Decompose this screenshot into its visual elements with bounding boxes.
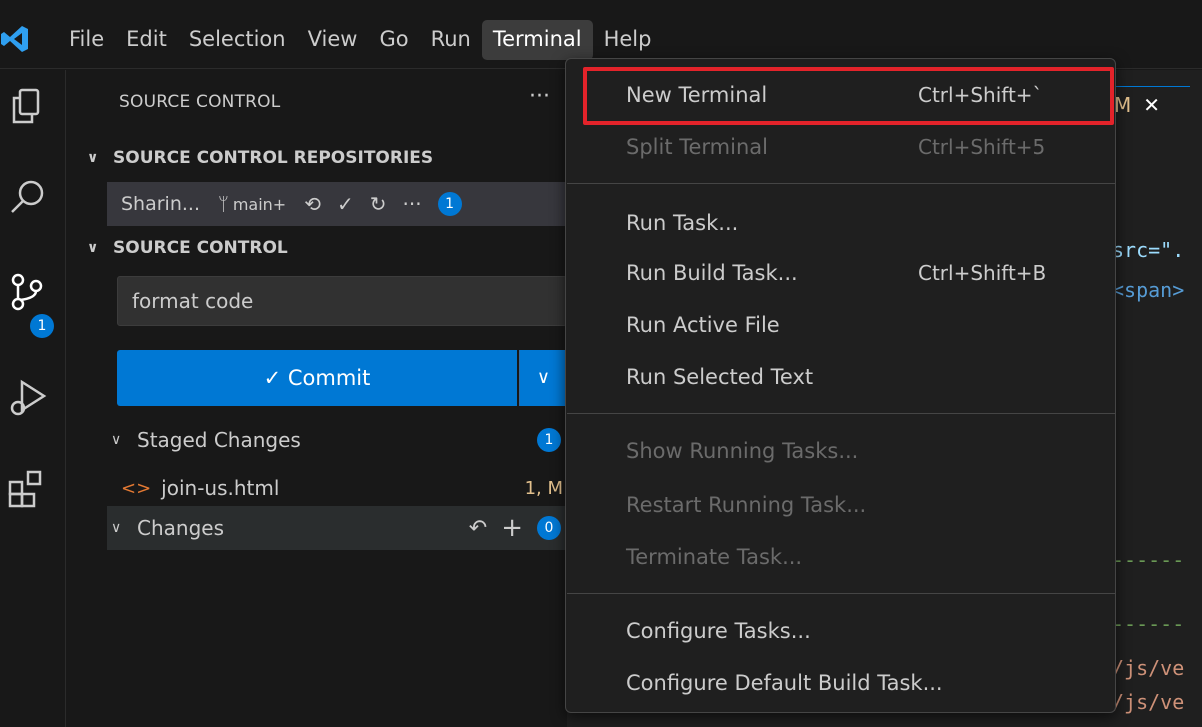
editor-tab[interactable]: M ✕ bbox=[1108, 86, 1190, 126]
menu-item-label: Split Terminal bbox=[626, 135, 768, 159]
repositories-section-header[interactable]: ∨ SOURCE CONTROL REPOSITORIES bbox=[87, 148, 433, 168]
commit-message-input[interactable]: format code bbox=[117, 276, 567, 326]
menu-separator bbox=[567, 183, 1116, 184]
branch-indicator[interactable]: ᛘ main+ bbox=[218, 194, 286, 215]
commit-check-icon[interactable]: ✓ bbox=[337, 192, 354, 216]
menu-item-restart-running-task: Restart Running Task... bbox=[626, 493, 1096, 517]
menu-go[interactable]: Go bbox=[368, 20, 419, 60]
file-name: join-us.html bbox=[161, 476, 280, 500]
sync-icon[interactable]: ⟲ bbox=[304, 192, 321, 216]
menu-item-terminate-task: Terminate Task... bbox=[626, 545, 1096, 569]
menu-item-label: Run Selected Text bbox=[626, 365, 814, 389]
code-line: src=". bbox=[1112, 238, 1185, 262]
commit-dropdown-button[interactable]: ∨ bbox=[519, 350, 567, 406]
branch-name: main+ bbox=[232, 194, 287, 214]
repo-changes-badge: 1 bbox=[437, 192, 462, 216]
menu-item-shortcut: Ctrl+Shift+5 bbox=[918, 135, 1046, 159]
menu-run[interactable]: Run bbox=[420, 20, 482, 60]
terminal-menu: New Terminal Ctrl+Shift+` Split Terminal… bbox=[565, 58, 1116, 713]
explorer-icon[interactable] bbox=[6, 84, 50, 128]
scm-badge: 1 bbox=[30, 314, 54, 338]
staged-file-row[interactable]: <> join-us.html 1, M bbox=[107, 468, 567, 508]
menu-item-label: New Terminal bbox=[626, 83, 768, 107]
menu-item-label: Run Active File bbox=[626, 313, 780, 337]
menu-item-configure-default-build-task[interactable]: Configure Default Build Task... bbox=[626, 671, 1096, 695]
code-line: /js/ve bbox=[1112, 690, 1185, 714]
discard-all-icon[interactable]: ↶ bbox=[469, 516, 487, 541]
menu-item-run-active-file[interactable]: Run Active File bbox=[626, 313, 1096, 337]
commit-button[interactable]: ✓ Commit bbox=[117, 350, 517, 406]
menu-item-shortcut: Ctrl+Shift+` bbox=[918, 83, 1043, 107]
repo-name: Sharin... bbox=[121, 193, 200, 215]
html-file-icon: <> bbox=[121, 477, 152, 499]
branch-icon: ᛘ bbox=[218, 193, 229, 215]
menu-item-label: Run Build Task... bbox=[626, 261, 798, 285]
menu-item-show-running-tasks: Show Running Tasks... bbox=[626, 439, 1096, 463]
repo-more-icon[interactable]: ··· bbox=[403, 192, 422, 216]
staged-changes-group[interactable]: ∨ Staged Changes 1 bbox=[107, 418, 567, 462]
run-debug-icon[interactable] bbox=[6, 376, 50, 420]
chevron-down-icon: ∨ bbox=[111, 520, 122, 536]
repository-row[interactable]: Sharin... ᛘ main+ ⟲ ✓ ↻ ··· 1 bbox=[107, 182, 567, 226]
menu-item-label: Configure Default Build Task... bbox=[626, 671, 943, 695]
chevron-down-icon: ∨ bbox=[87, 150, 99, 166]
refresh-icon[interactable]: ↻ bbox=[370, 192, 387, 216]
more-actions-button[interactable]: ··· bbox=[529, 84, 550, 109]
code-line: /js/ve bbox=[1112, 656, 1185, 680]
stage-all-icon[interactable]: + bbox=[501, 513, 523, 543]
activity-bar: 1 bbox=[0, 70, 66, 727]
menu-item-run-build-task[interactable]: Run Build Task... Ctrl+Shift+B bbox=[626, 261, 1096, 285]
scm-section-header[interactable]: ∨ SOURCE CONTROL bbox=[87, 238, 288, 258]
menu-item-split-terminal: Split Terminal Ctrl+Shift+5 bbox=[626, 135, 1096, 159]
menu-bar: File Edit Selection View Go Run Terminal… bbox=[58, 20, 662, 60]
extensions-icon[interactable] bbox=[6, 468, 50, 512]
menu-view[interactable]: View bbox=[297, 20, 369, 60]
menu-item-run-task[interactable]: Run Task... bbox=[626, 211, 1096, 235]
tab-modified-status: M bbox=[1114, 93, 1132, 117]
chevron-down-icon: ∨ bbox=[536, 367, 551, 388]
search-icon[interactable] bbox=[6, 176, 50, 220]
menu-help[interactable]: Help bbox=[593, 20, 663, 60]
staged-changes-label: Staged Changes bbox=[137, 428, 301, 452]
source-control-sidebar: SOURCE CONTROL ··· ∨ SOURCE CONTROL REPO… bbox=[67, 70, 567, 727]
menu-item-label: Show Running Tasks... bbox=[626, 439, 859, 463]
repositories-header-label: SOURCE CONTROL REPOSITORIES bbox=[113, 148, 434, 168]
code-line: ------ bbox=[1112, 548, 1185, 572]
menu-terminal[interactable]: Terminal bbox=[481, 20, 593, 60]
chevron-down-icon: ∨ bbox=[87, 240, 99, 256]
changes-count-badge: 0 bbox=[537, 516, 561, 540]
menu-selection[interactable]: Selection bbox=[178, 20, 297, 60]
file-status: 1, M bbox=[524, 477, 563, 499]
menu-separator bbox=[567, 593, 1116, 594]
vscode-logo-icon bbox=[1, 26, 28, 52]
menu-item-label: Restart Running Task... bbox=[626, 493, 867, 517]
staged-count-badge: 1 bbox=[537, 428, 561, 452]
menu-item-new-terminal[interactable]: New Terminal Ctrl+Shift+` bbox=[626, 83, 1096, 107]
menu-item-label: Run Task... bbox=[626, 211, 739, 235]
menu-item-label: Configure Tasks... bbox=[626, 619, 811, 643]
source-control-icon[interactable] bbox=[6, 270, 50, 314]
menu-edit[interactable]: Edit bbox=[115, 20, 178, 60]
menu-item-run-selected-text[interactable]: Run Selected Text bbox=[626, 365, 1096, 389]
sidebar-title: SOURCE CONTROL bbox=[119, 92, 281, 112]
menu-item-configure-tasks[interactable]: Configure Tasks... bbox=[626, 619, 1096, 643]
menu-item-label: Terminate Task... bbox=[626, 545, 803, 569]
changes-label: Changes bbox=[137, 516, 224, 540]
code-line: ------ bbox=[1112, 612, 1185, 636]
scm-header-label: SOURCE CONTROL bbox=[113, 238, 288, 258]
menu-item-shortcut: Ctrl+Shift+B bbox=[918, 261, 1047, 285]
chevron-down-icon: ∨ bbox=[111, 432, 122, 448]
menu-file[interactable]: File bbox=[58, 20, 115, 60]
close-icon[interactable]: ✕ bbox=[1143, 93, 1160, 117]
changes-group[interactable]: ∨ Changes ↶ + 0 bbox=[107, 506, 567, 550]
code-line: <span> bbox=[1112, 278, 1185, 302]
menu-separator bbox=[567, 413, 1116, 414]
